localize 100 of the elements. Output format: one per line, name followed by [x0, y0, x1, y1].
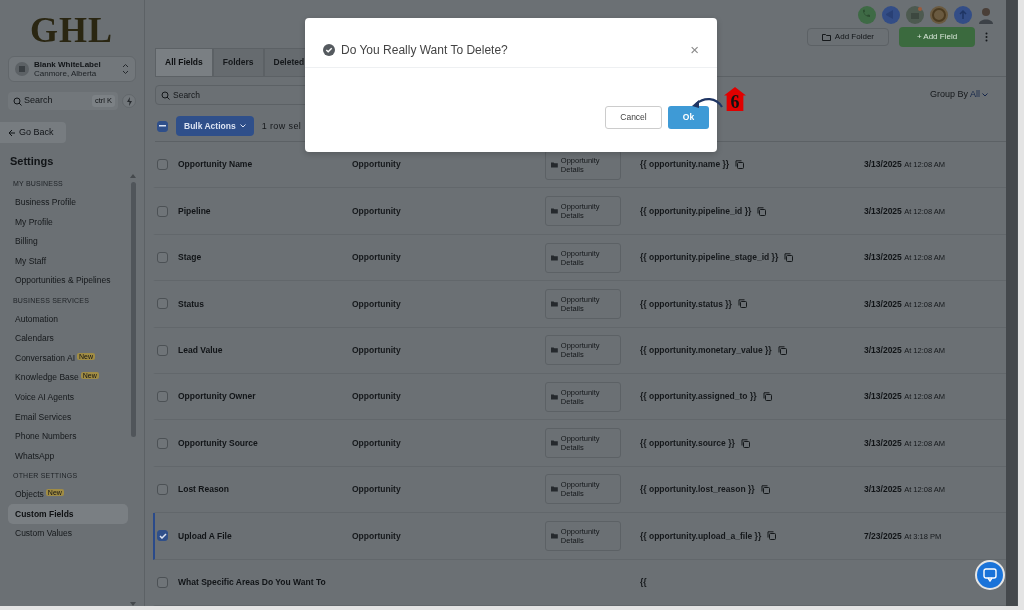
row-checkbox[interactable]	[157, 530, 168, 542]
tab[interactable]: Folders	[212, 47, 264, 76]
phone-icon[interactable]	[858, 6, 876, 25]
merge-key: {{ opportunity.name }}	[640, 158, 730, 172]
quick-action-button[interactable]	[122, 94, 136, 109]
sidebar-item[interactable]: Opportunities & Pipelines	[8, 270, 128, 291]
field-name: Pipeline	[178, 204, 212, 218]
user-avatar-icon[interactable]	[978, 6, 994, 25]
step-number-badge: 6	[724, 87, 746, 111]
merge-key: {{ opportunity.pipeline_stage_id }}	[640, 251, 779, 264]
copy-icon[interactable]	[737, 299, 747, 309]
sidebar-item[interactable]: Calendars	[8, 328, 128, 349]
scroll-up-icon[interactable]	[130, 173, 136, 178]
close-button[interactable]: ×	[686, 42, 703, 57]
copy-icon[interactable]	[762, 392, 772, 402]
add-folder-button[interactable]: Add Folder	[806, 28, 889, 47]
chevron-updown-icon	[122, 63, 129, 76]
merge-key: {{ opportunity.source }}	[640, 436, 735, 450]
sidebar-item[interactable]: Billing	[8, 231, 128, 252]
folder-icon	[821, 33, 831, 42]
help-icon[interactable]	[954, 6, 972, 25]
field-name: Opportunity Name	[178, 158, 254, 172]
dash-icon	[159, 125, 166, 128]
add-field-button[interactable]: + Add Field	[899, 27, 975, 48]
object-name: Opportunity	[352, 390, 402, 404]
folder-icon	[551, 486, 558, 493]
ok-button[interactable]: Ok	[668, 106, 709, 129]
row-checkbox[interactable]	[157, 576, 168, 588]
field-name: Lead Value	[178, 343, 224, 357]
row-checkbox[interactable]	[157, 252, 168, 264]
sidebar-item[interactable]: Custom Fields	[8, 504, 128, 524]
object-name: Opportunity	[352, 483, 402, 496]
more-options-icon[interactable]	[985, 32, 988, 43]
lightning-icon	[125, 96, 133, 106]
folder-icon	[551, 440, 558, 447]
scrollbar-thumb[interactable]	[130, 181, 136, 437]
copy-icon[interactable]	[777, 345, 787, 355]
merge-key: {{ opportunity.pipeline_id }}	[640, 204, 752, 218]
row-checkbox[interactable]	[157, 391, 168, 403]
caret-icon	[982, 93, 988, 98]
object-name: Opportunity	[352, 297, 402, 311]
row-checkbox[interactable]	[157, 205, 168, 217]
merge-key: {{ opportunity.lost_reason }}	[640, 483, 755, 496]
field-name: Opportunity Owner	[178, 390, 257, 404]
folder-icon	[551, 532, 558, 539]
check-icon	[158, 532, 167, 539]
object-name: Opportunity	[352, 529, 402, 543]
row-checkbox[interactable]	[157, 159, 168, 171]
merge-key: {{ opportunity.monetary_value }}	[640, 343, 772, 357]
sidebar-item[interactable]: Email Services	[8, 407, 128, 427]
chat-icon	[983, 568, 997, 582]
go-back-button[interactable]: Go Back	[0, 121, 66, 144]
sidebar-item[interactable]: WhatsApp	[8, 446, 128, 466]
building-icon	[15, 62, 29, 77]
copy-icon[interactable]	[757, 206, 767, 216]
sidebar-item[interactable]: My Staff	[8, 251, 128, 271]
field-name: Opportunity Source	[178, 436, 259, 450]
object-name: Opportunity	[352, 343, 402, 357]
field-name: Status	[178, 297, 205, 311]
sidebar-item[interactable]: Phone Numbers	[8, 426, 128, 447]
logo: GHL	[29, 9, 114, 52]
merge-key: {{ opportunity.assigned_to }}	[640, 390, 757, 404]
group-by-dropdown[interactable]: Group By All	[929, 88, 988, 102]
field-name: Upload A File	[178, 529, 233, 543]
cancel-button[interactable]: Cancel	[605, 106, 662, 129]
chat-widget-button[interactable]	[975, 560, 1005, 590]
bulk-actions-button[interactable]: Bulk Actions	[176, 116, 254, 137]
dialog-title: Do You Really Want To Delete?	[341, 41, 508, 59]
account-switcher[interactable]: Blank WhiteLabel Canmore, Alberta	[8, 56, 136, 83]
copy-icon[interactable]	[760, 485, 770, 494]
selection-count: 1 row sel	[261, 119, 302, 133]
object-name: Opportunity	[352, 204, 402, 218]
scrollbar[interactable]	[1006, 0, 1017, 606]
folder-icon	[551, 393, 558, 400]
sidebar-item[interactable]: Automation	[8, 309, 128, 329]
copy-icon[interactable]	[767, 531, 777, 541]
object-name: Opportunity	[352, 436, 402, 450]
sidebar-item[interactable]: Custom Values	[8, 523, 128, 544]
copy-icon[interactable]	[735, 160, 745, 170]
row-checkbox[interactable]	[157, 298, 168, 310]
search-icon	[13, 97, 22, 107]
copy-icon[interactable]	[784, 253, 794, 263]
row-checkbox[interactable]	[157, 344, 168, 356]
sidebar-item[interactable]: Voice AI Agents	[8, 387, 128, 408]
folder-icon	[551, 300, 558, 307]
row-checkbox[interactable]	[157, 437, 168, 449]
object-name: Opportunity	[352, 251, 402, 264]
scroll-down-icon[interactable]	[130, 602, 136, 606]
folder-icon	[551, 347, 558, 354]
field-name: Lost Reason	[178, 483, 230, 496]
sidebar-item[interactable]: Business Profile	[8, 192, 128, 212]
select-all-checkbox[interactable]	[157, 120, 168, 132]
tab[interactable]: All Fields	[155, 47, 213, 76]
field-name: Stage	[178, 251, 203, 264]
folder-icon	[551, 254, 558, 261]
row-checkbox[interactable]	[157, 484, 168, 495]
copy-icon[interactable]	[740, 438, 750, 448]
merge-key: {{	[640, 575, 647, 589]
sidebar-item[interactable]: My Profile	[8, 212, 128, 232]
object-name: Opportunity	[352, 158, 402, 172]
